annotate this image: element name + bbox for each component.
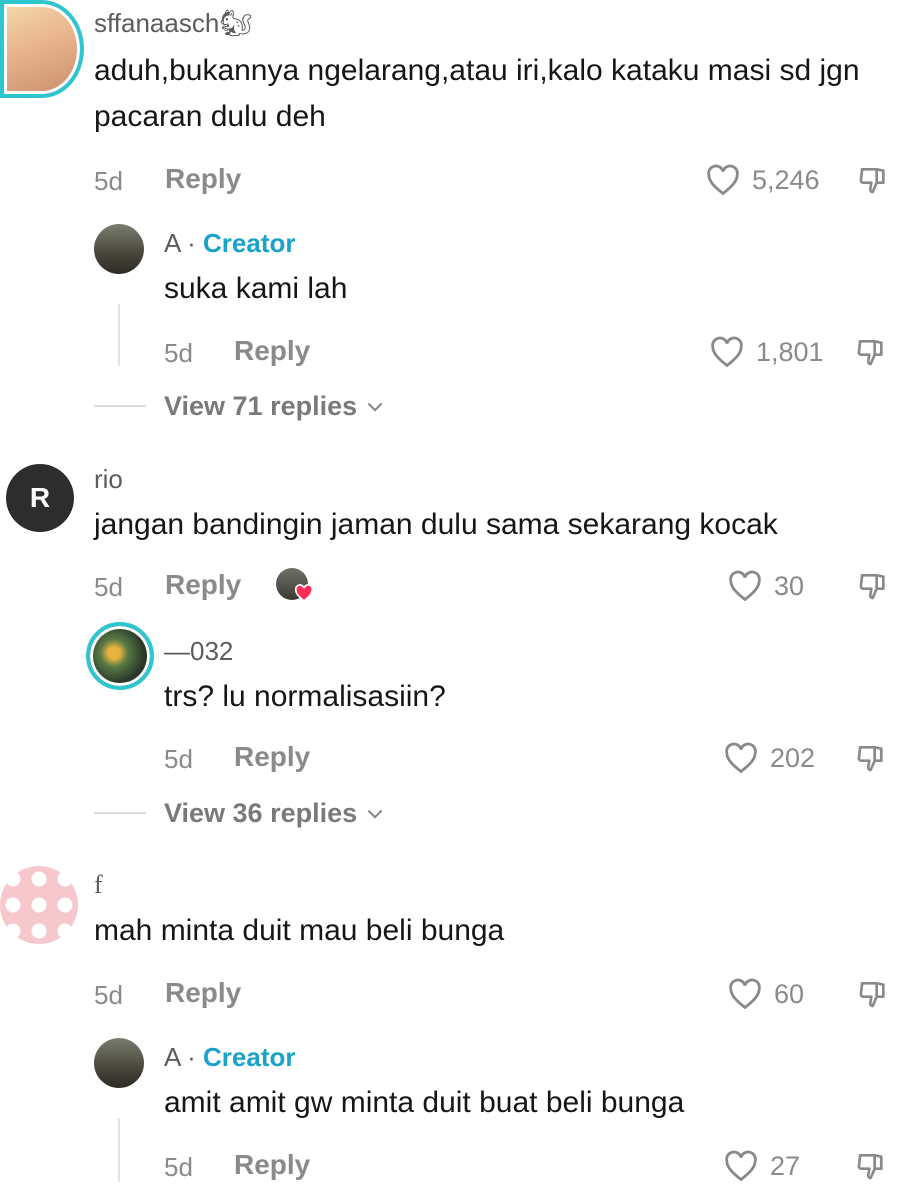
thumbs-down-icon[interactable]: [858, 977, 890, 1011]
reply-button[interactable]: Reply: [234, 335, 310, 367]
reply-username[interactable]: A · Creator: [164, 1042, 296, 1073]
chevron-down-icon[interactable]: [367, 809, 383, 820]
reply-username[interactable]: —032: [164, 636, 233, 667]
comment-text: aduh,bukannya ngelarang,atau iri,kalo ka…: [94, 54, 860, 133]
thumbs-down-icon[interactable]: [856, 741, 888, 775]
reply-age: 5d: [164, 1152, 193, 1182]
view-replies-button[interactable]: View 71 replies: [164, 391, 383, 422]
comment-username[interactable]: rio: [94, 464, 123, 495]
thumbs-down-icon[interactable]: [858, 163, 890, 197]
reply-text: trs? lu normalisasiin?: [164, 680, 446, 713]
comment-age: 5d: [94, 980, 123, 1010]
creator-badge: Creator: [203, 228, 296, 258]
like-count: 202: [770, 743, 816, 773]
heart-outline-icon[interactable]: [728, 570, 762, 602]
reply-button[interactable]: Reply: [165, 977, 241, 1009]
comment-username[interactable]: f: [94, 870, 103, 900]
avatar[interactable]: R: [6, 464, 74, 532]
creator-badge: Creator: [203, 1042, 296, 1072]
view-replies-label[interactable]: View 71 replies: [164, 391, 357, 421]
heart-outline-icon[interactable]: [724, 742, 758, 774]
thread-line: [118, 1118, 120, 1182]
reply-age: 5d: [164, 338, 193, 368]
like-count: 1,801: [756, 337, 824, 367]
comment-text: mah minta duit mau beli bunga: [94, 914, 505, 947]
avatar[interactable]: [86, 622, 154, 690]
heart-outline-icon[interactable]: [706, 164, 740, 196]
heart-outline-icon[interactable]: [728, 978, 762, 1010]
thumbs-down-icon[interactable]: [858, 569, 890, 603]
avatar[interactable]: [0, 0, 84, 98]
reply-text: amit amit gw minta duit buat beli bunga: [164, 1086, 685, 1119]
thumbs-down-icon[interactable]: [856, 1149, 888, 1183]
comment-text: jangan bandingin jaman dulu sama sekaran…: [94, 508, 778, 541]
view-replies-divider: [94, 812, 146, 814]
like-count: 5,246: [752, 165, 820, 195]
heart-outline-icon[interactable]: [724, 1150, 758, 1182]
view-replies-label[interactable]: View 36 replies: [164, 798, 357, 828]
reply-username[interactable]: A · Creator: [164, 228, 296, 259]
avatar[interactable]: [94, 1038, 144, 1088]
heart-outline-icon[interactable]: [710, 336, 744, 368]
thumbs-down-icon[interactable]: [856, 335, 888, 369]
thread-line: [118, 304, 120, 366]
like-count: 60: [774, 979, 805, 1009]
reply-button[interactable]: Reply: [165, 569, 241, 601]
comment-age: 5d: [94, 166, 123, 196]
avatar[interactable]: [94, 224, 144, 274]
reply-username-text[interactable]: A: [164, 1042, 180, 1072]
reply-button[interactable]: Reply: [234, 741, 310, 773]
like-count: 30: [774, 571, 805, 601]
view-replies-button[interactable]: View 36 replies: [164, 798, 383, 829]
liked-by-creator-icon: [276, 568, 314, 604]
like-count: 27: [770, 1151, 801, 1181]
chevron-down-icon[interactable]: [367, 402, 383, 413]
avatar-letter: R: [29, 482, 51, 513]
reply-username-text[interactable]: A: [164, 228, 180, 258]
reply-text: suka kami lah: [164, 272, 348, 305]
reply-button[interactable]: Reply: [165, 163, 241, 195]
reply-button[interactable]: Reply: [234, 1149, 310, 1181]
comment-username[interactable]: sffanaasch🐿: [94, 8, 252, 39]
view-replies-divider: [94, 405, 146, 407]
comment-age: 5d: [94, 572, 123, 602]
reply-age: 5d: [164, 744, 193, 774]
avatar[interactable]: [0, 866, 78, 944]
